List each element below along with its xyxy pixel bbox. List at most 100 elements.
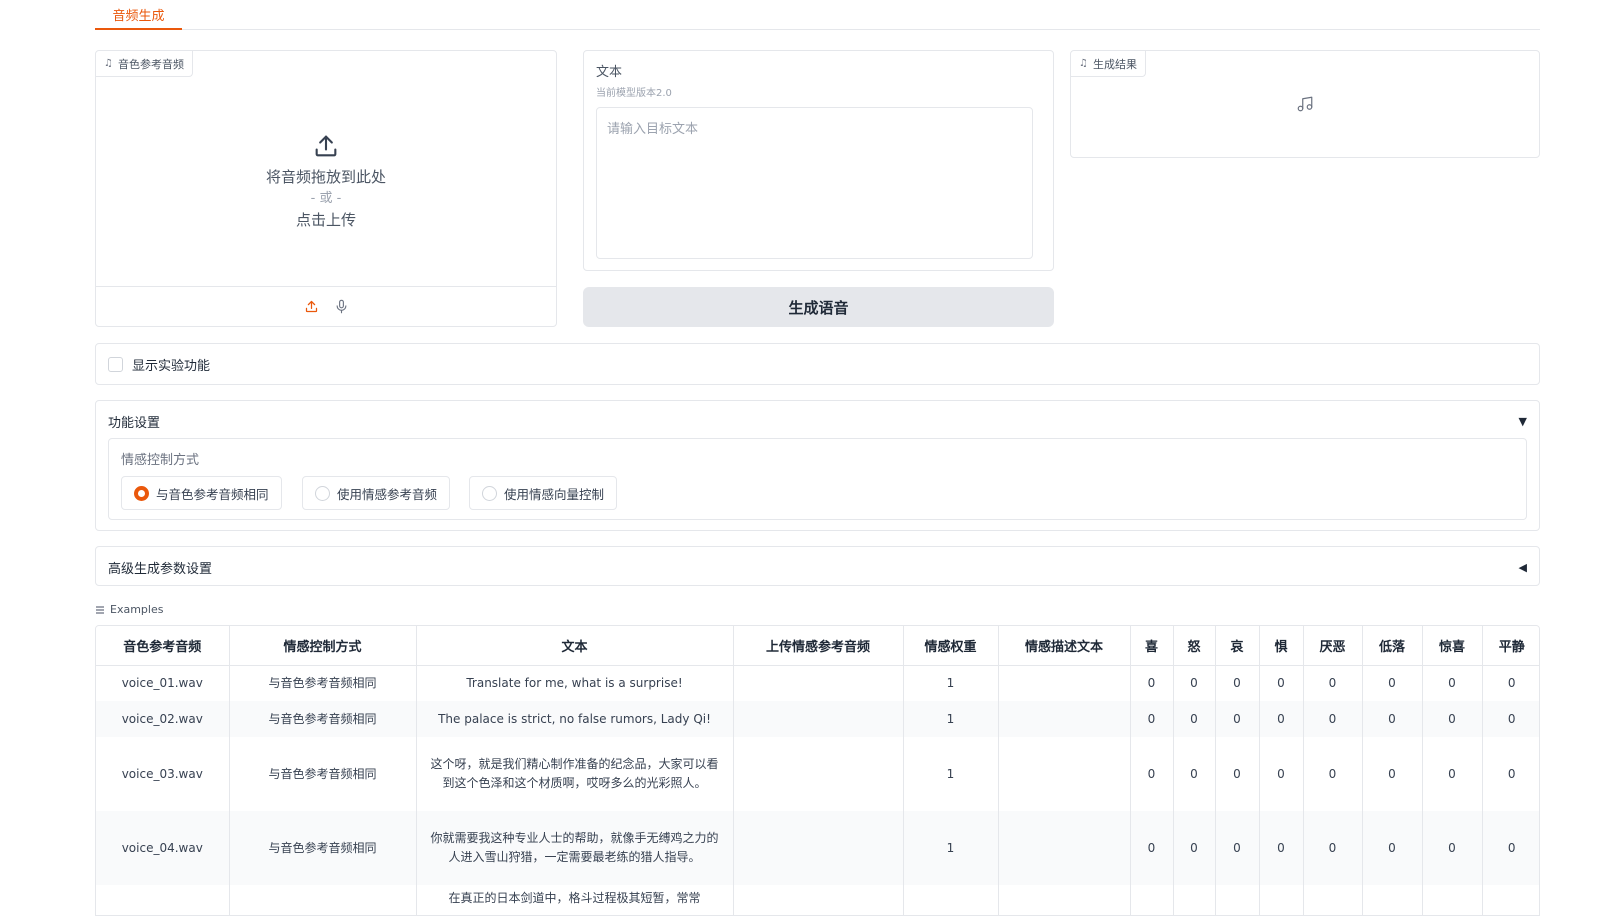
target-text-input[interactable]: [596, 107, 1033, 259]
text-panel: 文本 当前模型版本2.0: [583, 50, 1054, 271]
table-row[interactable]: voice_03.wav 与音色参考音频相同 这个呀，就是我们精心制作准备的纪念品，…: [96, 737, 1539, 811]
table-cell: 0: [1215, 737, 1260, 811]
table-header: 音色参考音频 情感控制方式 文本 上传情感参考音频 情感权重 情感描述文本 喜 …: [96, 626, 1539, 666]
table-cell: 0: [1259, 811, 1304, 885]
table-row[interactable]: voice_01.wav 与音色参考音频相同 Translate for me, w…: [96, 665, 1539, 701]
table-cell: 0: [1215, 811, 1260, 885]
table-cell: 0: [1259, 665, 1304, 701]
table-cell: [998, 811, 1131, 885]
result-label: ♫ 生成结果: [1071, 51, 1146, 77]
table-cell: [1173, 885, 1216, 915]
ref-audio-label: ♫ 音色参考音频: [96, 51, 193, 77]
table-cell: 在真正的日本剑道中，格斗过程极其短暂，常常: [416, 885, 734, 915]
column-header: 音色参考音频: [96, 626, 230, 666]
table-cell: 0: [1173, 701, 1216, 737]
table-row[interactable]: 在真正的日本剑道中，格斗过程极其短暂，常常: [96, 885, 1539, 915]
column-header: 情感描述文本: [998, 626, 1131, 666]
table-cell: 0: [1259, 701, 1304, 737]
generate-speech-button[interactable]: 生成语音: [583, 287, 1054, 327]
radio-selected-icon: [134, 485, 149, 501]
table-cell: [1482, 885, 1539, 915]
radio-unselected-icon: [315, 485, 330, 501]
table-row[interactable]: voice_04.wav 与音色参考音频相同 你就需要我这种专业人士的帮助，就像手无…: [96, 811, 1539, 885]
table-cell: 0: [1362, 737, 1423, 811]
table-cell: 0: [1362, 665, 1423, 701]
table-cell: 1: [903, 737, 999, 811]
table-cell: [1362, 885, 1423, 915]
microphone-icon[interactable]: [332, 298, 350, 316]
table-cell: 0: [1173, 811, 1216, 885]
settings-title[interactable]: 功能设置: [108, 401, 160, 441]
click-upload-text: 点击上传: [295, 211, 356, 229]
table-row[interactable]: voice_02.wav 与音色参考音频相同 The palace is stric…: [96, 701, 1539, 737]
table-cell: voice_02.wav: [96, 701, 230, 737]
table-cell: 0: [1303, 811, 1363, 885]
examples-table: 音色参考音频 情感控制方式 文本 上传情感参考音频 情感权重 情感描述文本 喜 …: [96, 626, 1539, 915]
table-cell: Translate for me, what is a surprise!: [416, 665, 734, 701]
table-cell: 0: [1303, 737, 1363, 811]
radio-emotion-vector[interactable]: 使用情感向量控制: [469, 476, 618, 510]
column-header: 惧: [1259, 626, 1304, 666]
table-cell: 0: [1362, 701, 1423, 737]
model-version-text: 当前模型版本2.0: [596, 88, 672, 99]
experimental-checkbox[interactable]: [108, 356, 123, 372]
table-cell: 0: [1303, 701, 1363, 737]
table-cell: [998, 665, 1131, 701]
table-cell: 与音色参考音频相同: [229, 701, 417, 737]
result-label-text: 生成结果: [1092, 57, 1137, 71]
column-header: 平静: [1482, 626, 1539, 666]
table-cell: voice_03.wav: [96, 737, 230, 811]
drop-text: 将音频拖放到此处: [265, 168, 386, 186]
table-cell: [1130, 885, 1174, 915]
table-cell: 0: [1482, 701, 1539, 737]
audio-drop-zone[interactable]: 将音频拖放到此处 - 或 - 点击上传: [96, 77, 556, 287]
radio-same-as-reference[interactable]: 与音色参考音频相同: [121, 476, 282, 510]
column-header: 哀: [1215, 626, 1260, 666]
radio-emotion-reference[interactable]: 使用情感参考音频: [302, 476, 451, 510]
table-cell: 与音色参考音频相同: [229, 665, 417, 701]
table-cell: 0: [1130, 811, 1174, 885]
or-text: - 或 -: [310, 191, 342, 206]
table-cell: The palace is strict, no false rumors, L…: [416, 701, 734, 737]
table-cell: 这个呀，就是我们精心制作准备的纪念品，大家可以看到这个色泽和这个材质啊，哎呀多么…: [416, 737, 734, 811]
table-cell: [1215, 885, 1260, 915]
radio-unselected-icon: [482, 485, 497, 501]
table-cell: voice_01.wav: [96, 665, 230, 701]
table-cell: 0: [1215, 665, 1260, 701]
table-cell: 0: [1422, 811, 1483, 885]
column-header: 喜: [1130, 626, 1174, 666]
examples-table-wrap: 音色参考音频 情感控制方式 文本 上传情感参考音频 情感权重 情感描述文本 喜 …: [95, 625, 1540, 916]
ref-audio-panel: ♫ 音色参考音频 将音频拖放到此处 - 或 - 点击上传: [95, 50, 557, 327]
collapse-arrow-icon[interactable]: ▼: [1519, 401, 1527, 441]
table-cell: 你就需要我这种专业人士的帮助，就像手无缚鸡之力的人进入雪山狩猎，一定需要最老练的…: [416, 811, 734, 885]
text-label: 文本: [596, 65, 623, 80]
music-note-icon: [1297, 96, 1313, 112]
table-cell: 0: [1215, 701, 1260, 737]
emotion-control-group: 情感控制方式 与音色参考音频相同 使用情感参考音频 使用情感向量控制: [108, 438, 1527, 520]
table-cell: [1259, 885, 1304, 915]
table-cell: [998, 885, 1131, 915]
result-panel: ♫ 生成结果: [1070, 50, 1540, 158]
table-cell: [733, 701, 904, 737]
table-cell: [1303, 885, 1363, 915]
tab-audio-generation[interactable]: 音频生成: [95, 0, 182, 30]
column-header: 情感权重: [903, 626, 999, 666]
table-cell: [733, 811, 904, 885]
table-cell: 0: [1422, 737, 1483, 811]
column-header: 惊喜: [1422, 626, 1483, 666]
column-header: 情感控制方式: [229, 626, 417, 666]
table-cell: [733, 737, 904, 811]
experimental-label: 显示实验功能: [132, 358, 211, 374]
upload-source-icon[interactable]: [302, 298, 320, 316]
column-header: 低落: [1362, 626, 1423, 666]
table-cell: [1422, 885, 1483, 915]
column-header: 上传情感参考音频: [733, 626, 904, 666]
table-cell: 与音色参考音频相同: [229, 737, 417, 811]
table-cell: [903, 885, 999, 915]
table-cell: 0: [1422, 665, 1483, 701]
expand-arrow-icon[interactable]: ◀: [1519, 547, 1527, 587]
advanced-title[interactable]: 高级生成参数设置: [108, 547, 212, 587]
settings-accordion: 功能设置 ▼ 情感控制方式 与音色参考音频相同 使用情感参考音频 使用情感向量控…: [95, 400, 1540, 531]
table-cell: 0: [1507, 675, 1516, 690]
table-cell: 1: [903, 701, 999, 737]
